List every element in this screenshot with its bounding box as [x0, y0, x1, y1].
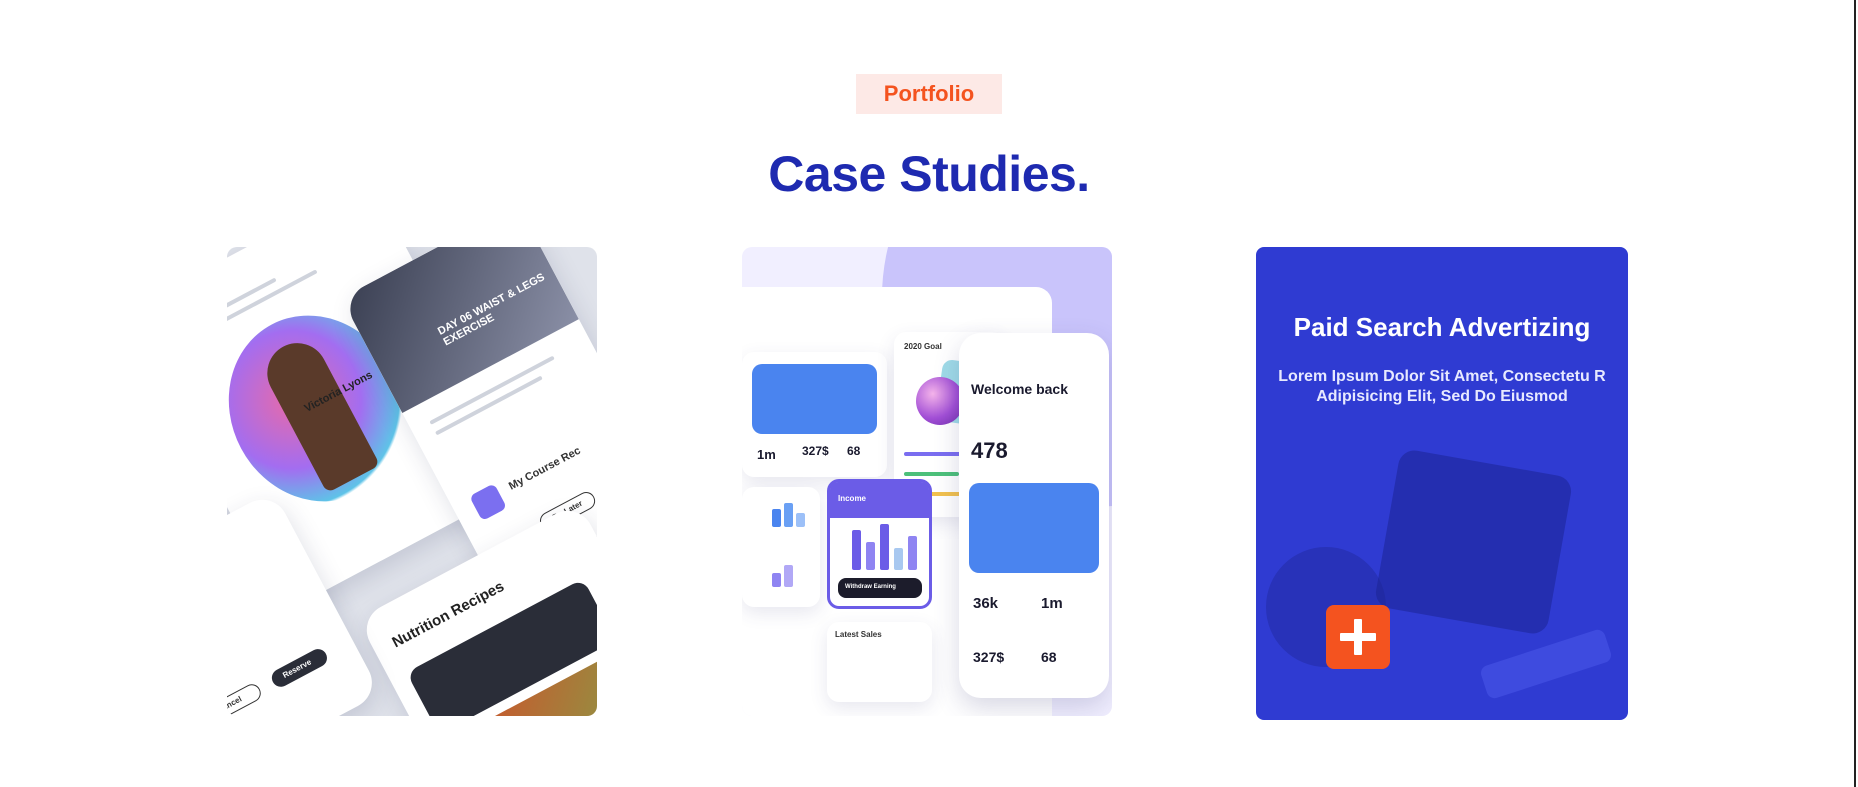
phone-mockup-analytics: Welcome back 478 36k 1m 327$ 68 [959, 333, 1109, 698]
mini-bar [784, 503, 793, 527]
goal-label: 2020 Goal [904, 342, 942, 351]
phone-stat-b: 68 [1041, 649, 1057, 665]
income-bar [908, 536, 917, 570]
card-title: Paid Search Advertizing [1293, 312, 1591, 342]
section-heading: Case Studies. [768, 146, 1090, 202]
ghost-redeem-button [1478, 627, 1614, 701]
welcome-label: Welcome back [971, 381, 1069, 397]
stat-b: 68 [847, 444, 861, 458]
section-tag-wrap: Portfolio [0, 74, 1858, 114]
active-users: 478 [971, 438, 1008, 463]
case-study-card-dashboard[interactable]: 1m 327$ 68 2020 Goal Income Withdraw Ear… [742, 247, 1112, 716]
latest-sales-label: Latest Sales [835, 630, 882, 639]
mini-bar [772, 509, 781, 527]
case-study-card-paid-search[interactable]: Paid Search Advertizing Lorem Ipsum Dolo… [1256, 247, 1628, 720]
course-icon [469, 483, 508, 522]
portfolio-tag: Portfolio [855, 74, 1003, 114]
stat-a: 327$ [802, 444, 829, 458]
phone-stat-a: 327$ [973, 649, 1005, 665]
chart-panel: 1m 327$ 68 [742, 352, 887, 477]
sphere-illustration [916, 377, 964, 425]
income-bar [852, 530, 861, 570]
blue-line-chart [752, 364, 877, 434]
mini-bars-panel [742, 487, 820, 607]
income-bar [880, 524, 889, 570]
income-bar [894, 548, 903, 570]
stat-d: 1m [757, 447, 776, 462]
withdraw-label: Withdraw Earning [845, 584, 896, 590]
sales-panel: Latest Sales [827, 622, 932, 702]
card-description: Lorem Ipsum Dolor Sit Amet, Consectetu R… [1278, 368, 1606, 405]
phone-stat-c: 36k [973, 595, 999, 612]
case-study-card-fitness[interactable]: Victoria Lyons DAY 06 WAIST & LEGS EXERC… [227, 247, 597, 716]
course-label: My Course Rec [506, 444, 583, 493]
page-edge-rule [1854, 0, 1856, 787]
phone-blue-chart [969, 483, 1099, 573]
mini-bar [796, 513, 805, 527]
income-bar [866, 542, 875, 570]
income-label: Income [838, 494, 867, 503]
mini-bar [784, 565, 793, 587]
income-card: Income Withdraw Earning [827, 479, 932, 609]
phone-stat-d: 1m [1041, 595, 1063, 612]
ghost-package-card [1373, 448, 1574, 636]
progress-line [904, 472, 959, 476]
mini-bar [772, 573, 781, 587]
view-project-button[interactable] [1326, 605, 1390, 669]
